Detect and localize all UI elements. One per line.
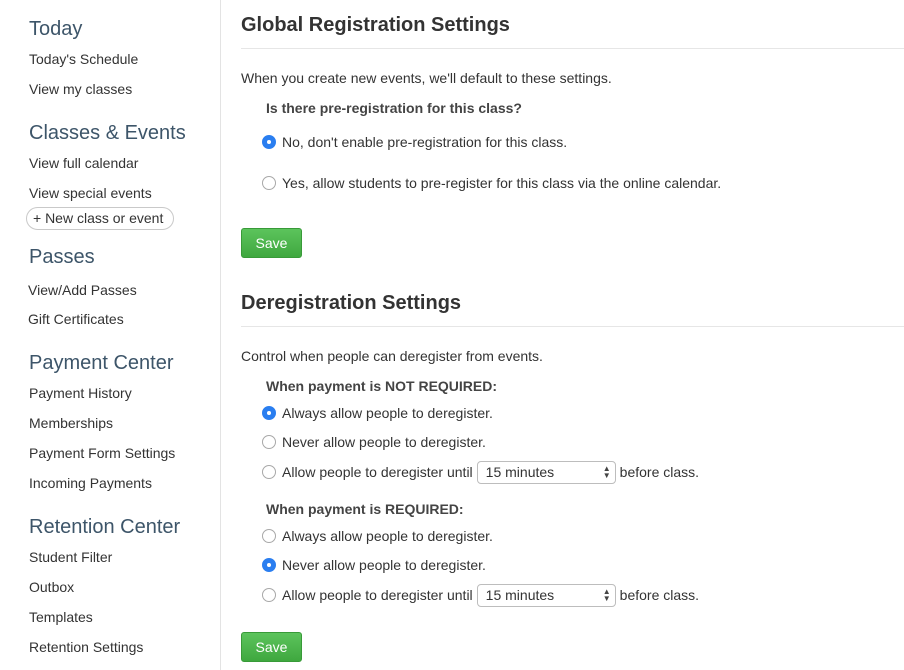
option-label: Never allow people to deregister. — [282, 557, 486, 573]
radio-button[interactable] — [262, 435, 276, 449]
deregistration-settings-title: Deregistration Settings — [241, 292, 462, 314]
divider — [241, 48, 904, 49]
radio-button[interactable] — [262, 406, 276, 420]
before-class-text: before class. — [619, 464, 700, 480]
section-title-passes: Passes — [29, 246, 95, 268]
required-time-select[interactable]: 15 minutes ▲ ▼ — [476, 583, 616, 607]
payment-required-label: When payment is REQUIRED: — [266, 501, 464, 517]
option-label: Always allow people to deregister. — [282, 528, 493, 544]
deregistration-save-button[interactable]: Save — [241, 632, 302, 662]
pre-registration-option-no[interactable]: No, don't enable pre-registration for th… — [262, 132, 567, 152]
radio-button[interactable] — [262, 558, 276, 572]
sidebar-item-outbox[interactable]: Outbox — [29, 579, 74, 595]
select-arrows-icon: ▲ ▼ — [602, 464, 611, 480]
radio-button[interactable] — [262, 529, 276, 543]
radio-button[interactable] — [262, 176, 276, 190]
option-label: Allow people to deregister until — [282, 464, 473, 480]
radio-button[interactable] — [262, 465, 276, 479]
option-label: Allow people to deregister until — [282, 587, 473, 603]
sidebar-item-templates[interactable]: Templates — [29, 609, 93, 625]
payment-not-required-label: When payment is NOT REQUIRED: — [266, 378, 498, 394]
sidebar-item-view-my-classes[interactable]: View my classes — [29, 81, 132, 97]
main-content: Global Registration Settings When you cr… — [241, 0, 904, 670]
section-title-today: Today — [29, 18, 83, 40]
select-value: 15 minutes — [485, 464, 555, 480]
sidebar-item-payment-form-settings[interactable]: Payment Form Settings — [29, 445, 175, 461]
sidebar-item-incoming-payments[interactable]: Incoming Payments — [29, 475, 152, 491]
option-label: Yes, allow students to pre-register for … — [282, 175, 722, 191]
section-title-classes-events: Classes & Events — [29, 122, 186, 144]
global-settings-title: Global Registration Settings — [241, 14, 510, 36]
sidebar-item-view-special-events[interactable]: View special events — [29, 185, 152, 201]
sidebar: Today Today's Schedule View my classes C… — [0, 0, 221, 670]
sidebar-item-todays-schedule[interactable]: Today's Schedule — [29, 51, 138, 67]
not-required-time-select[interactable]: 15 minutes ▲ ▼ — [476, 460, 616, 484]
not-required-option-always[interactable]: Always allow people to deregister. — [262, 403, 493, 423]
option-label: No, don't enable pre-registration for th… — [282, 134, 568, 150]
sidebar-item-student-filter[interactable]: Student Filter — [29, 549, 112, 565]
sidebar-item-view-add-passes[interactable]: View/Add Passes — [28, 282, 137, 298]
new-class-or-event-button[interactable]: + New class or event — [26, 207, 174, 230]
radio-button[interactable] — [262, 135, 276, 149]
not-required-option-never[interactable]: Never allow people to deregister. — [262, 432, 486, 452]
option-label: Always allow people to deregister. — [282, 405, 493, 421]
global-save-button[interactable]: Save — [241, 228, 302, 258]
required-option-always[interactable]: Always allow people to deregister. — [262, 526, 493, 546]
select-value: 15 minutes — [485, 587, 555, 603]
pre-registration-option-yes[interactable]: Yes, allow students to pre-register for … — [262, 173, 721, 193]
section-title-payment-center: Payment Center — [29, 352, 174, 374]
not-required-option-until[interactable]: Allow people to deregister until 15 minu… — [262, 460, 700, 484]
option-label: Never allow people to deregister. — [282, 434, 486, 450]
select-arrows-icon: ▲ ▼ — [602, 587, 611, 603]
global-settings-description: When you create new events, we'll defaul… — [241, 70, 612, 86]
deregistration-description: Control when people can deregister from … — [241, 348, 543, 364]
required-option-until[interactable]: Allow people to deregister until 15 minu… — [262, 583, 700, 607]
sidebar-item-view-full-calendar[interactable]: View full calendar — [29, 155, 138, 171]
sidebar-item-memberships[interactable]: Memberships — [29, 415, 113, 431]
before-class-text: before class. — [619, 587, 700, 603]
sidebar-item-retention-settings[interactable]: Retention Settings — [29, 639, 143, 655]
divider — [241, 326, 904, 327]
section-title-retention-center: Retention Center — [29, 516, 181, 538]
sidebar-item-payment-history[interactable]: Payment History — [29, 385, 132, 401]
sidebar-item-gift-certificates[interactable]: Gift Certificates — [28, 311, 124, 327]
radio-button[interactable] — [262, 588, 276, 602]
pre-registration-question: Is there pre-registration for this class… — [266, 100, 522, 116]
required-option-never[interactable]: Never allow people to deregister. — [262, 555, 486, 575]
